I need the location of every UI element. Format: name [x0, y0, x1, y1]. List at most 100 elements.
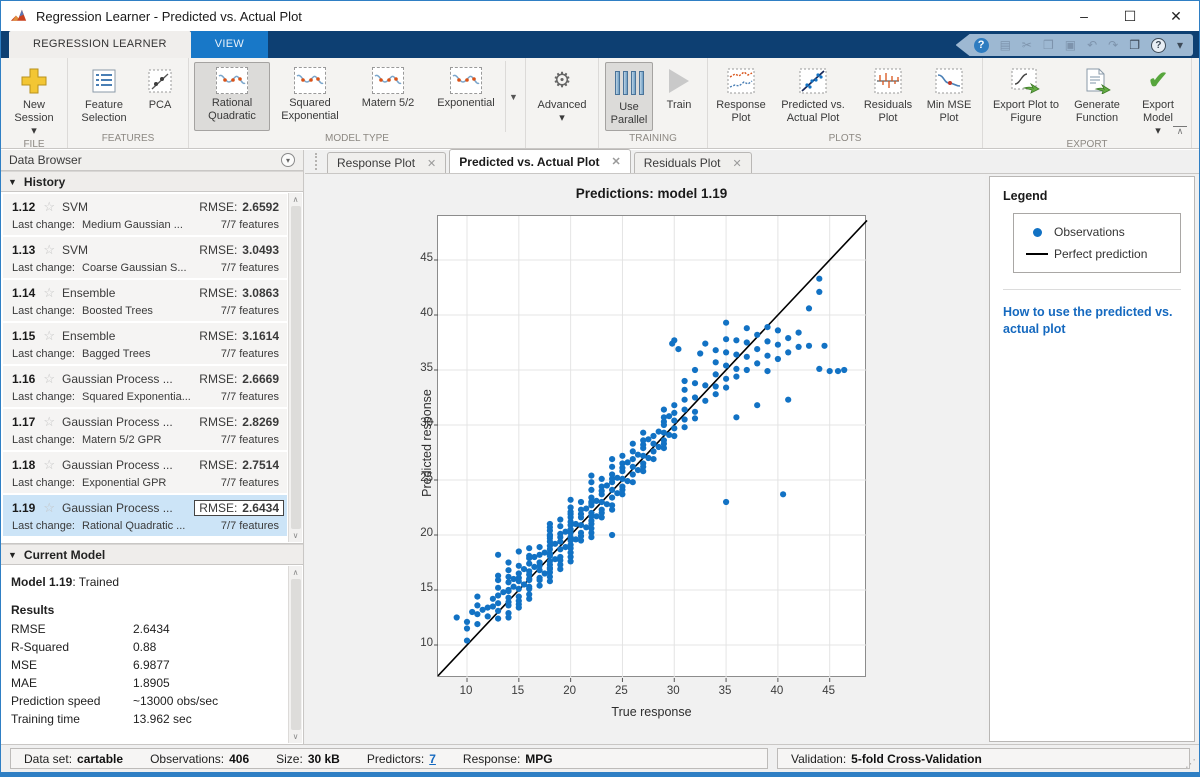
layout-icon[interactable]: ❐: [1129, 39, 1140, 51]
advanced-button[interactable]: ⚙ Advanced▾: [530, 61, 594, 132]
history-item-1.14[interactable]: 1.14☆EnsembleRMSE:3.0863Last change:Boos…: [3, 280, 287, 321]
history-item-1.17[interactable]: 1.17☆Gaussian Process ...RMSE:2.8269Last…: [3, 409, 287, 450]
star-icon[interactable]: ☆: [43, 500, 55, 516]
star-icon[interactable]: ☆: [43, 414, 55, 430]
close-button[interactable]: ✕: [1153, 1, 1199, 31]
scroll-thumb[interactable]: [291, 579, 301, 730]
scroll-up-icon[interactable]: ∧: [293, 568, 299, 577]
current-model-scrollbar[interactable]: ∧ ∨: [288, 566, 302, 743]
history-item-1.13[interactable]: 1.13☆SVMRMSE:3.0493Last change:Coarse Ga…: [3, 237, 287, 278]
panel-menu-icon[interactable]: ▾: [281, 153, 295, 167]
help-circle-icon[interactable]: ?: [1151, 38, 1166, 53]
scatter-point: [816, 366, 822, 372]
star-icon[interactable]: ☆: [43, 285, 55, 301]
toolbar-dropdown-icon[interactable]: ▾: [1177, 39, 1183, 51]
feature-selection-button[interactable]: Feature Selection: [72, 61, 136, 132]
result-value: 2.6434: [133, 622, 279, 636]
history-title: History: [24, 175, 65, 189]
generate-function-button[interactable]: Generate Function: [1065, 61, 1129, 138]
data-browser-header: Data Browser ▾: [1, 150, 303, 171]
tab-close-icon[interactable]: ✕: [732, 157, 741, 170]
history-item-1.18[interactable]: 1.18☆Gaussian Process ...RMSE:2.7514Last…: [3, 452, 287, 493]
model-type-tile-3[interactable]: Matern 5/2: [350, 62, 426, 131]
maximize-button[interactable]: ☐: [1107, 1, 1153, 31]
last-change-value: Exponential GPR: [82, 477, 166, 489]
status-value: 406: [229, 752, 249, 766]
scroll-up-icon[interactable]: ∧: [293, 195, 299, 204]
scatter-point: [474, 611, 480, 617]
perfect-prediction-line-icon: [1020, 253, 1054, 255]
mini-model-chart-icon: [216, 67, 248, 94]
save-icon[interactable]: ▤: [1000, 39, 1011, 51]
status-value[interactable]: 7: [429, 752, 436, 766]
collapse-current-model-icon[interactable]: ▼: [8, 550, 17, 560]
scroll-down-icon[interactable]: ∨: [293, 732, 299, 741]
min-mse-plot-button[interactable]: Min MSE Plot: [920, 61, 978, 132]
tab-view[interactable]: VIEW: [191, 31, 268, 58]
last-change-value: Rational Quadratic ...: [82, 520, 185, 532]
tab-close-icon[interactable]: ✕: [612, 155, 621, 168]
predicted-vs-actual-plot-button[interactable]: Predicted vs. Actual Plot: [770, 61, 856, 132]
scatter-point: [495, 616, 501, 622]
document-tab-1[interactable]: Response Plot✕: [327, 152, 446, 173]
paste-icon[interactable]: ▣: [1065, 39, 1076, 51]
minimize-button[interactable]: –: [1061, 1, 1107, 31]
history-item-1.15[interactable]: 1.15☆EnsembleRMSE:3.1614Last change:Bagg…: [3, 323, 287, 364]
history-item-1.16[interactable]: 1.16☆Gaussian Process ...RMSE:2.6669Last…: [3, 366, 287, 407]
scatter-point: [630, 448, 636, 454]
pca-button[interactable]: PCA: [136, 61, 184, 132]
scatter-point: [723, 349, 729, 355]
model-type-tile-4[interactable]: Exponential: [428, 62, 504, 131]
history-list: 1.12☆SVMRMSE:2.6592Last change:Medium Ga…: [1, 192, 303, 544]
train-button[interactable]: Train: [655, 61, 703, 132]
model-type: Gaussian Process ...: [62, 372, 199, 386]
collapse-history-icon[interactable]: ▼: [8, 177, 17, 187]
copy-icon[interactable]: ❒: [1043, 39, 1054, 51]
history-item-1.19[interactable]: 1.19☆Gaussian Process ...RMSE:2.6434Last…: [3, 495, 287, 536]
document-tab-2[interactable]: Predicted vs. Actual Plot✕: [449, 149, 630, 173]
star-icon[interactable]: ☆: [43, 371, 55, 387]
history-item-1.12[interactable]: 1.12☆SVMRMSE:2.6592Last change:Medium Ga…: [3, 194, 287, 235]
model-type: Gaussian Process ...: [62, 415, 199, 429]
cut-icon[interactable]: ✂: [1022, 39, 1032, 51]
export-plot-button[interactable]: Export Plot to Figure: [987, 61, 1065, 138]
undo-icon[interactable]: ↶: [1087, 39, 1097, 51]
help-icon[interactable]: ?: [974, 38, 989, 53]
residuals-plot-button[interactable]: Residuals Plot: [856, 61, 920, 132]
star-icon[interactable]: ☆: [43, 199, 55, 215]
scatter-point: [526, 555, 532, 561]
current-model-section-header[interactable]: ▼ Current Model: [1, 544, 303, 565]
star-icon[interactable]: ☆: [43, 457, 55, 473]
model-type-tile-2[interactable]: Squared Exponential: [272, 62, 348, 131]
model-version: 1.12: [12, 200, 35, 214]
gallery-dropdown-icon[interactable]: ▼: [505, 61, 521, 132]
help-link[interactable]: How to use the predicted vs. actual plot: [1003, 304, 1181, 338]
model-version: 1.13: [12, 243, 35, 257]
star-icon[interactable]: ☆: [43, 242, 55, 258]
scroll-thumb[interactable]: [291, 206, 301, 529]
history-scrollbar[interactable]: ∧ ∨: [288, 193, 302, 542]
model-version: 1.14: [12, 286, 35, 300]
plot-axes[interactable]: [437, 215, 866, 677]
response-plot-button[interactable]: Response Plot: [712, 61, 770, 132]
rmse-value: RMSE:3.0863: [199, 286, 279, 300]
features-count: 7/7 features: [221, 434, 279, 446]
tab-bar-drag-handle[interactable]: [315, 153, 319, 170]
scroll-down-icon[interactable]: ∨: [293, 531, 299, 540]
history-section-header[interactable]: ▼ History: [1, 171, 303, 192]
document-tab-bar: Response Plot✕Predicted vs. Actual Plot✕…: [305, 150, 1199, 174]
collapse-ribbon-button[interactable]: ∧: [1173, 126, 1187, 134]
redo-icon[interactable]: ↷: [1108, 39, 1118, 51]
model-type-tile-1[interactable]: Rational Quadratic: [194, 62, 270, 131]
document-tab-3[interactable]: Residuals Plot✕: [634, 152, 752, 173]
scatter-point: [671, 433, 677, 439]
mini-model-chart-icon: [450, 67, 482, 94]
new-session-button[interactable]: New Session▾: [5, 61, 63, 138]
tab-close-icon[interactable]: ✕: [427, 157, 436, 170]
scatter-point: [640, 464, 646, 470]
scatter-point: [495, 600, 501, 606]
use-parallel-toggle[interactable]: Use Parallel: [605, 62, 653, 131]
tab-regression-learner[interactable]: REGRESSION LEARNER: [9, 31, 191, 58]
resize-grip[interactable]: ⋰: [1185, 757, 1196, 770]
star-icon[interactable]: ☆: [43, 328, 55, 344]
